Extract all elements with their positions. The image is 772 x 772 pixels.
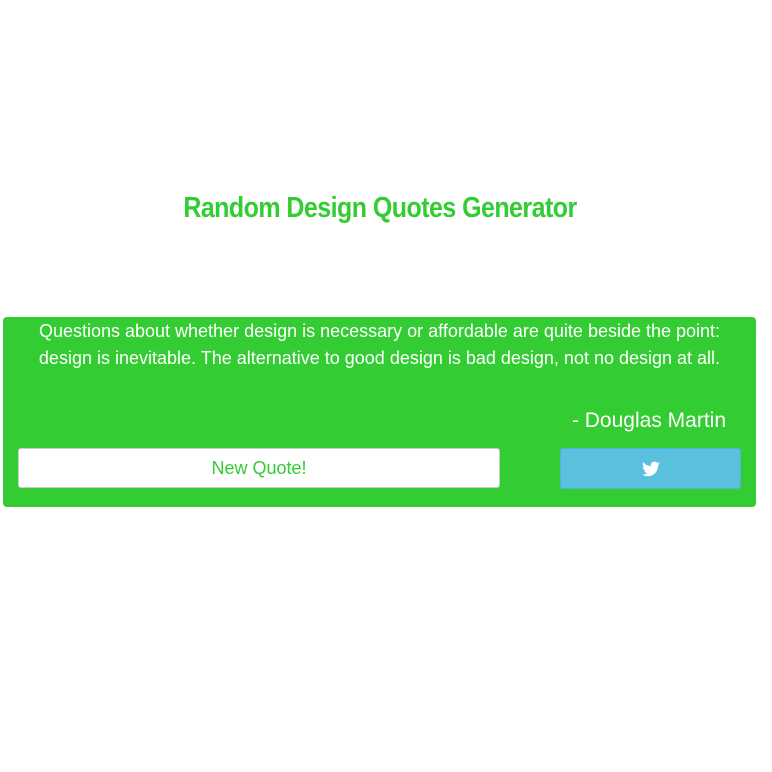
quote-author: - Douglas Martin: [571, 409, 726, 432]
quote-box: Questions about whether design is necess…: [3, 317, 756, 507]
new-quote-button[interactable]: New Quote!: [18, 448, 500, 488]
quote-text: Questions about whether design is necess…: [38, 321, 721, 368]
page-title: Random Design Quotes Generator: [183, 192, 577, 224]
twitter-icon: [641, 461, 660, 477]
page: Random Design Quotes Generator Questions…: [0, 0, 772, 772]
tweet-button[interactable]: [560, 448, 741, 489]
